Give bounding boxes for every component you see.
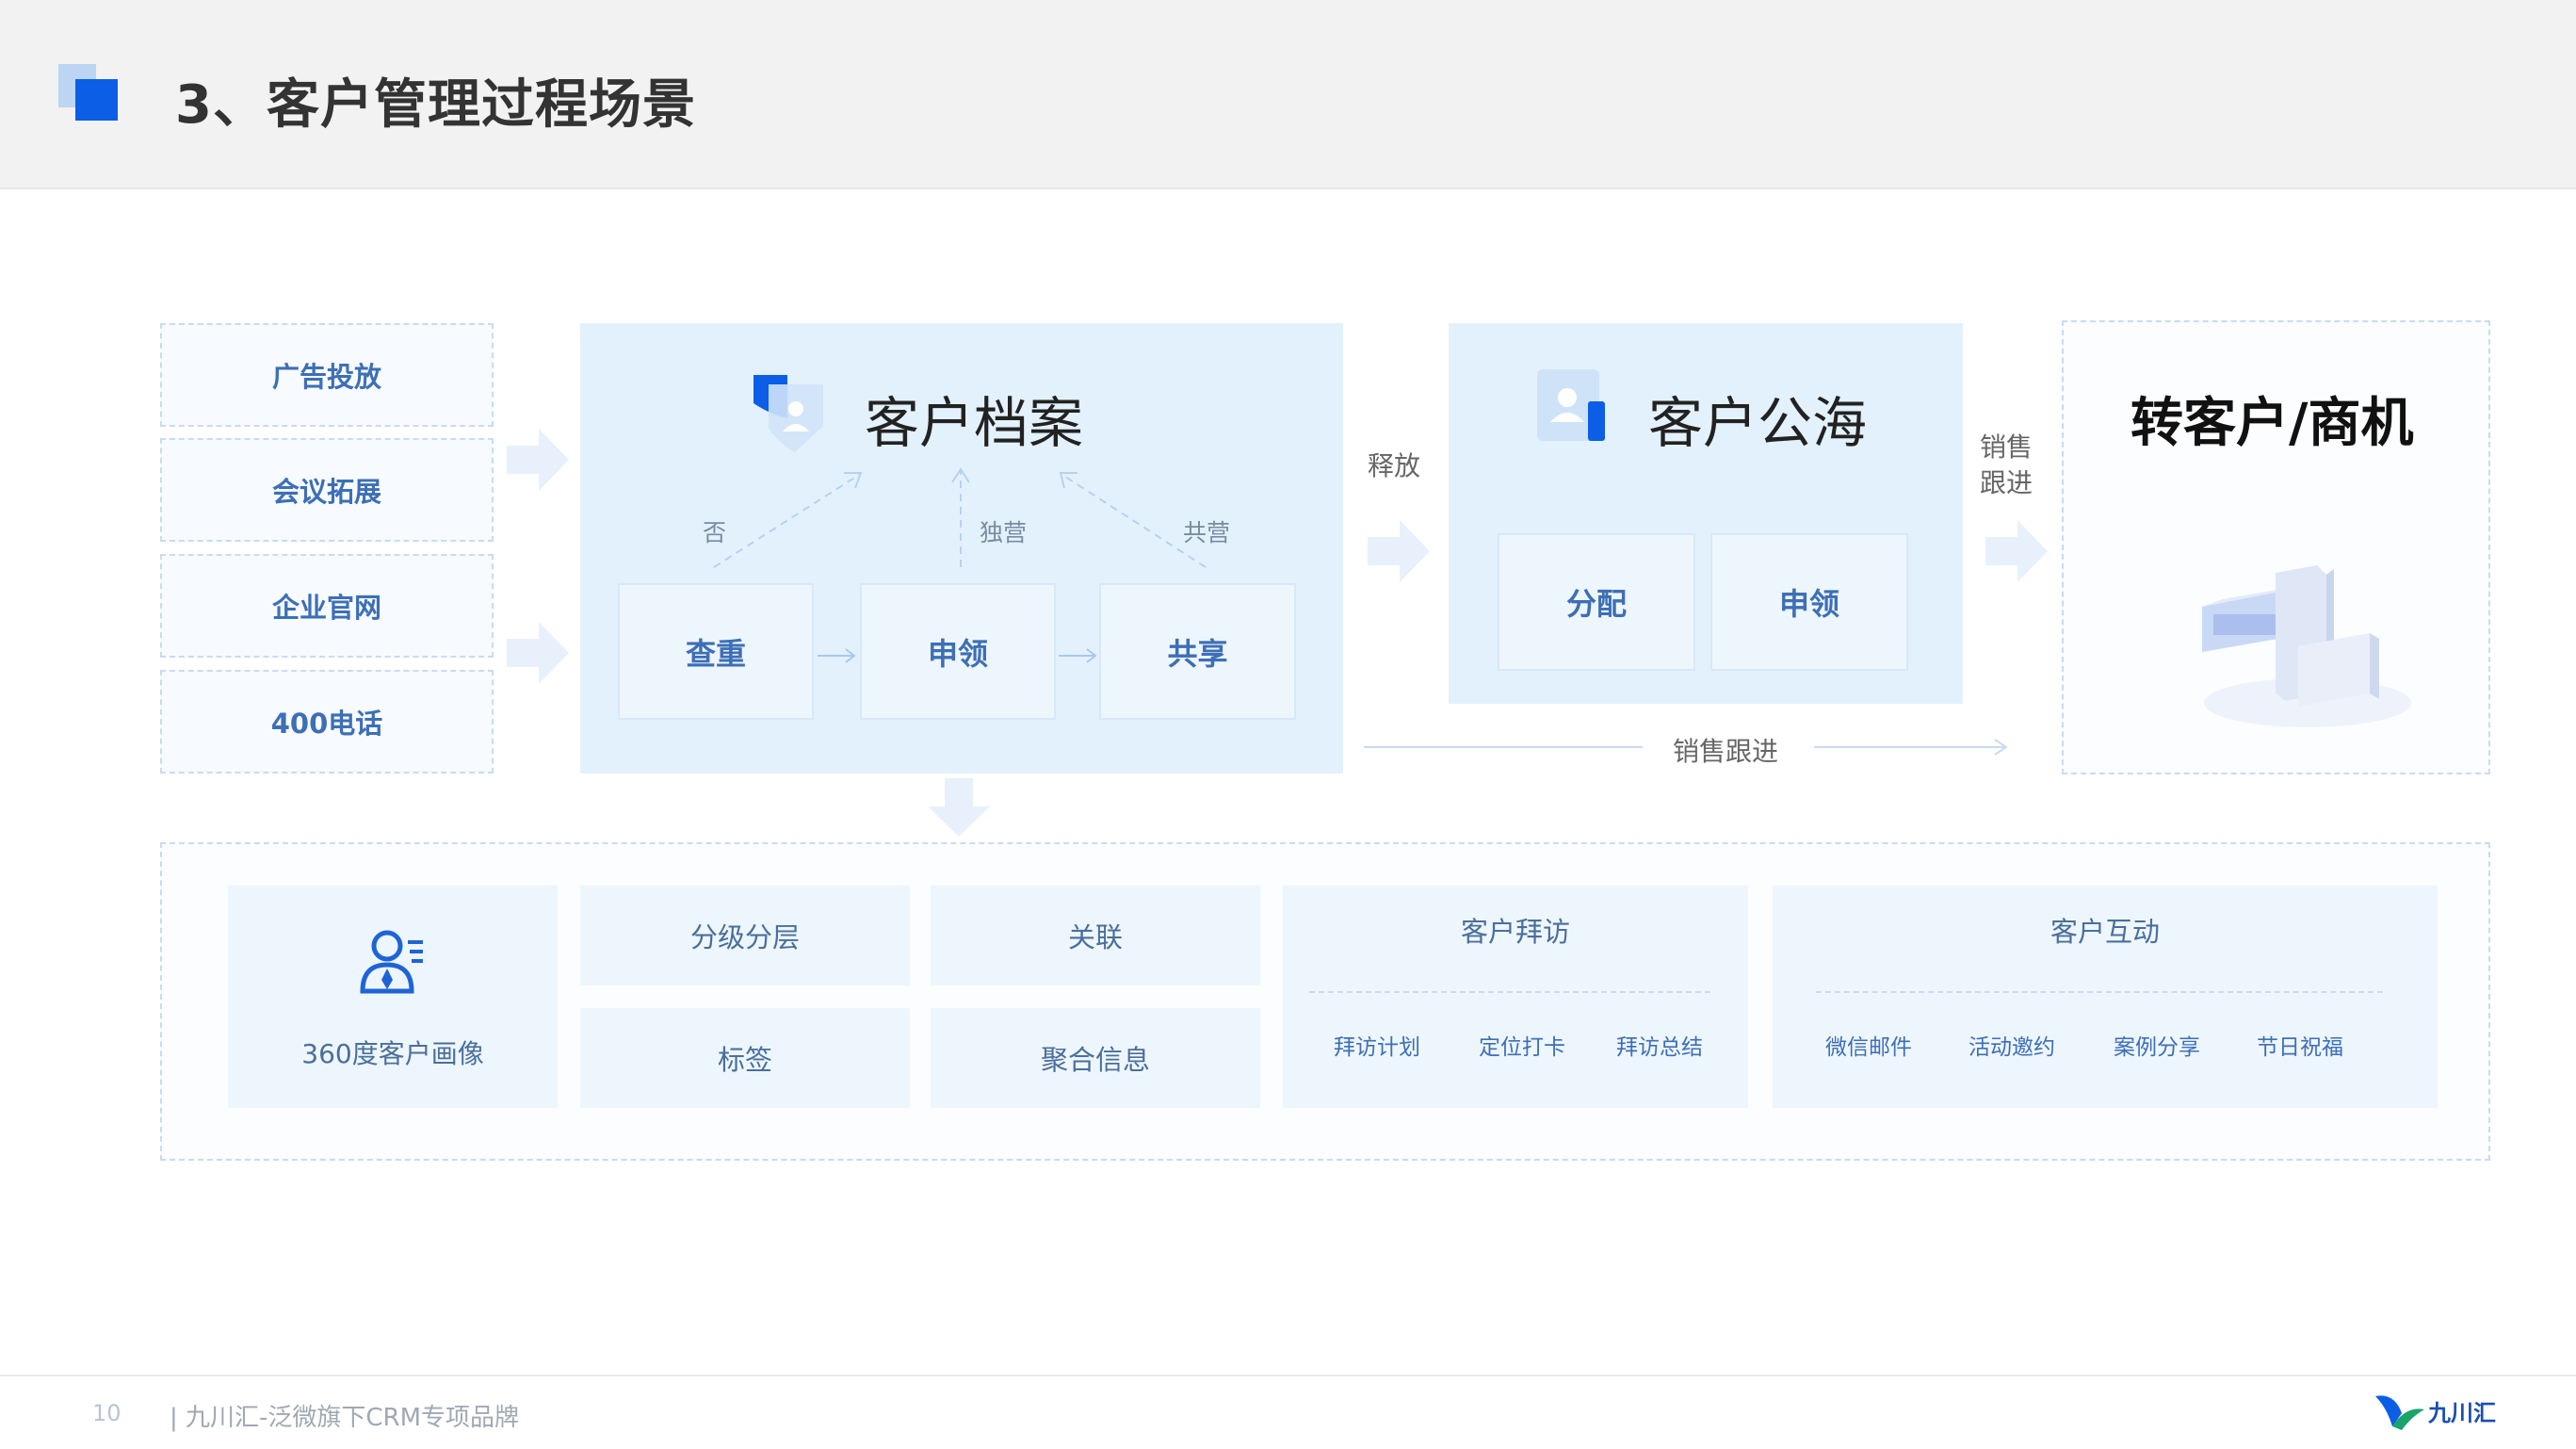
interaction-item: 活动邀约 — [1968, 1035, 2055, 1060]
footer-divider — [0, 1375, 2576, 1376]
arrow-right-icon — [1985, 520, 2048, 582]
visit-item: 拜访总结 — [1616, 1035, 1703, 1060]
branch-label-shared: 共营 — [1183, 519, 1231, 546]
logo-text: 九川汇 — [2428, 1399, 2496, 1426]
branch-label-no: 否 — [703, 519, 727, 546]
footer-brand-text: | 九川汇-泛微旗下CRM专项品牌 — [170, 1404, 520, 1432]
action-assign: 分配 — [1498, 533, 1695, 671]
arrow-right-icon — [507, 622, 569, 684]
source-website: 企业官网 — [160, 554, 494, 658]
title-deco-square — [75, 79, 118, 121]
interaction-item: 案例分享 — [2114, 1035, 2200, 1060]
visit-item: 定位打卡 — [1479, 1035, 1565, 1060]
user-card-icon — [1537, 367, 1616, 454]
glass-blocks-illustration — [2185, 552, 2411, 744]
branch-arrows — [713, 467, 1207, 568]
arrow-right-icon — [1814, 739, 2008, 756]
portrait-label: 360度客户画像 — [301, 1037, 484, 1069]
visit-title: 客户拜访 — [1460, 916, 1570, 948]
shield-user-icon — [750, 371, 829, 462]
step-dedupe: 查重 — [618, 583, 814, 720]
source-ad: 广告投放 — [160, 323, 494, 427]
interaction-item: 微信邮件 — [1825, 1035, 1912, 1060]
connector-line — [1364, 746, 1643, 748]
source-conference: 会议拓展 — [160, 438, 494, 542]
sales-follow-label: 销售跟进 — [1979, 431, 2033, 498]
portrait-card: 360度客户画像 — [228, 886, 558, 1108]
step-share: 共享 — [1099, 583, 1296, 720]
arrow-right-icon — [818, 648, 856, 663]
arrow-right-icon — [1368, 520, 1430, 582]
arrow-down-icon — [928, 778, 990, 837]
archive-title: 客户档案 — [865, 391, 1084, 455]
customer-profile-icon — [355, 923, 430, 1005]
page-number: 10 — [92, 1400, 122, 1426]
source-400-phone: 400电话 — [160, 670, 494, 773]
convert-title: 转客户/商机 — [2130, 393, 2414, 454]
interaction-divider — [1816, 991, 2383, 993]
release-label: 释放 — [1368, 450, 1421, 481]
interaction-item: 节日祝福 — [2257, 1035, 2343, 1060]
feature-tags: 标签 — [580, 1008, 910, 1108]
brand-logo: 九川汇 — [2373, 1389, 2496, 1432]
feature-aggregate: 聚合信息 — [931, 1008, 1260, 1108]
visit-item: 拜访计划 — [1334, 1035, 1420, 1060]
branch-label-exclusive: 独营 — [980, 519, 1028, 546]
sales-follow-bottom-label: 销售跟进 — [1673, 736, 1779, 767]
arrow-right-icon — [507, 429, 569, 491]
logo-icon — [2375, 1395, 2424, 1430]
step-claim: 申领 — [860, 583, 1056, 720]
interaction-title: 客户互动 — [2049, 916, 2160, 948]
page-title: 3、客户管理过程场景 — [175, 74, 696, 136]
arrow-right-icon — [1059, 648, 1097, 663]
feature-grading: 分级分层 — [580, 886, 910, 985]
visit-divider — [1309, 991, 1710, 993]
pool-title: 客户公海 — [1648, 391, 1868, 455]
feature-association: 关联 — [931, 886, 1260, 985]
action-claim: 申领 — [1710, 533, 1908, 671]
